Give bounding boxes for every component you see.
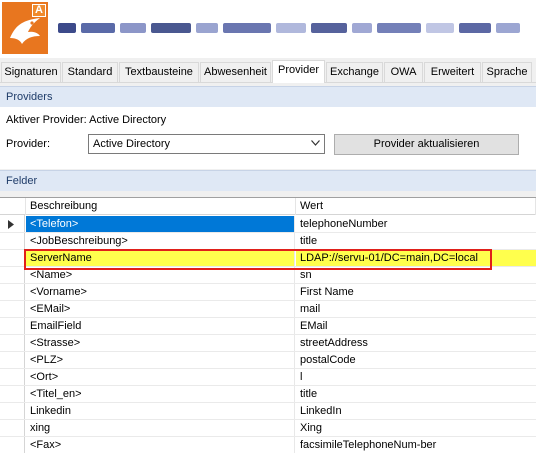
cell-wert[interactable]: facsimileTelephoneNum-ber (296, 437, 536, 453)
column-header-beschreibung[interactable]: Beschreibung (26, 198, 296, 215)
cell-wert[interactable]: LinkedIn (296, 403, 536, 419)
cell-beschreibung[interactable]: <Ort> (26, 369, 295, 385)
cell-beschreibung[interactable]: <Titel_en> (26, 386, 295, 402)
provider-label: Provider: (6, 138, 51, 150)
table-row[interactable]: <Fax> facsimileTelephoneNum-ber (0, 437, 536, 453)
current-row-arrow-icon (8, 220, 14, 229)
app-logo: A (2, 2, 48, 54)
cell-beschreibung[interactable]: <Strasse> (26, 335, 295, 351)
table-row[interactable]: EmailField EMail (0, 318, 536, 335)
tab-erweitert[interactable]: Erweitert (424, 62, 481, 82)
active-provider-text: Aktiver Provider: Active Directory (6, 114, 167, 126)
app-header: A (0, 0, 536, 58)
table-row[interactable]: <Strasse> streetAddress (0, 335, 536, 352)
tab-abwesenheit[interactable]: Abwesenheit (200, 62, 271, 82)
table-row[interactable]: <JobBeschreibung> title (0, 233, 536, 250)
cell-wert[interactable]: streetAddress (296, 335, 536, 351)
cell-beschreibung[interactable]: <PLZ> (26, 352, 295, 368)
table-row[interactable]: <Ort> l (0, 369, 536, 386)
cell-wert[interactable]: title (296, 233, 536, 249)
providers-section-header: Providers (0, 86, 536, 107)
cell-wert[interactable]: telephoneNumber (296, 216, 536, 232)
provider-select[interactable]: Active Directory (88, 134, 325, 154)
grid-header: Beschreibung Wert (0, 198, 536, 215)
tab-standard[interactable]: Standard (62, 62, 118, 82)
provider-select-value: Active Directory (93, 138, 171, 150)
tab-bar: Signaturen Standard Textbausteine Abwese… (0, 60, 536, 83)
cell-beschreibung[interactable]: <JobBeschreibung> (26, 233, 295, 249)
tab-owa[interactable]: OWA (384, 62, 423, 82)
tab-textbausteine[interactable]: Textbausteine (119, 62, 199, 82)
cell-wert[interactable]: title (296, 386, 536, 402)
eagle-icon (10, 18, 40, 44)
table-row[interactable]: <Titel_en> title (0, 386, 536, 403)
corner-cell (0, 198, 26, 215)
table-row[interactable]: <Vorname> First Name (0, 284, 536, 301)
cell-wert[interactable]: EMail (296, 318, 536, 334)
table-row[interactable]: <PLZ> postalCode (0, 352, 536, 369)
table-row[interactable]: xing Xing (0, 420, 536, 437)
cell-wert[interactable]: First Name (296, 284, 536, 300)
felder-grid: Beschreibung Wert <Telefon> telephoneNum… (0, 197, 536, 453)
cell-wert[interactable]: l (296, 369, 536, 385)
column-header-wert[interactable]: Wert (296, 198, 536, 215)
chevron-down-icon (311, 140, 320, 146)
blurred-title-area (58, 10, 528, 46)
table-row[interactable]: <EMail> mail (0, 301, 536, 318)
tab-exchange[interactable]: Exchange (326, 62, 383, 82)
cell-beschreibung[interactable]: Linkedin (26, 403, 295, 419)
cell-beschreibung[interactable]: <EMail> (26, 301, 295, 317)
cell-wert[interactable]: postalCode (296, 352, 536, 368)
table-row[interactable]: Linkedin LinkedIn (0, 403, 536, 420)
felder-section-header: Felder (0, 170, 536, 191)
tab-provider[interactable]: Provider (272, 60, 325, 83)
cell-beschreibung[interactable]: <Vorname> (26, 284, 295, 300)
update-provider-button[interactable]: Provider aktualisieren (334, 134, 519, 155)
cell-beschreibung[interactable]: EmailField (26, 318, 295, 334)
cell-beschreibung[interactable]: xing (26, 420, 295, 436)
cell-wert[interactable]: Xing (296, 420, 536, 436)
cell-beschreibung[interactable]: <Telefon> (26, 216, 295, 232)
cell-wert[interactable]: mail (296, 301, 536, 317)
table-row[interactable]: <Telefon> telephoneNumber (0, 216, 536, 233)
tab-signaturen[interactable]: Signaturen (1, 62, 61, 82)
cell-beschreibung[interactable]: <Fax> (26, 437, 295, 453)
tab-sprache[interactable]: Sprache (482, 62, 532, 82)
highlight-annotation-box (24, 249, 492, 270)
